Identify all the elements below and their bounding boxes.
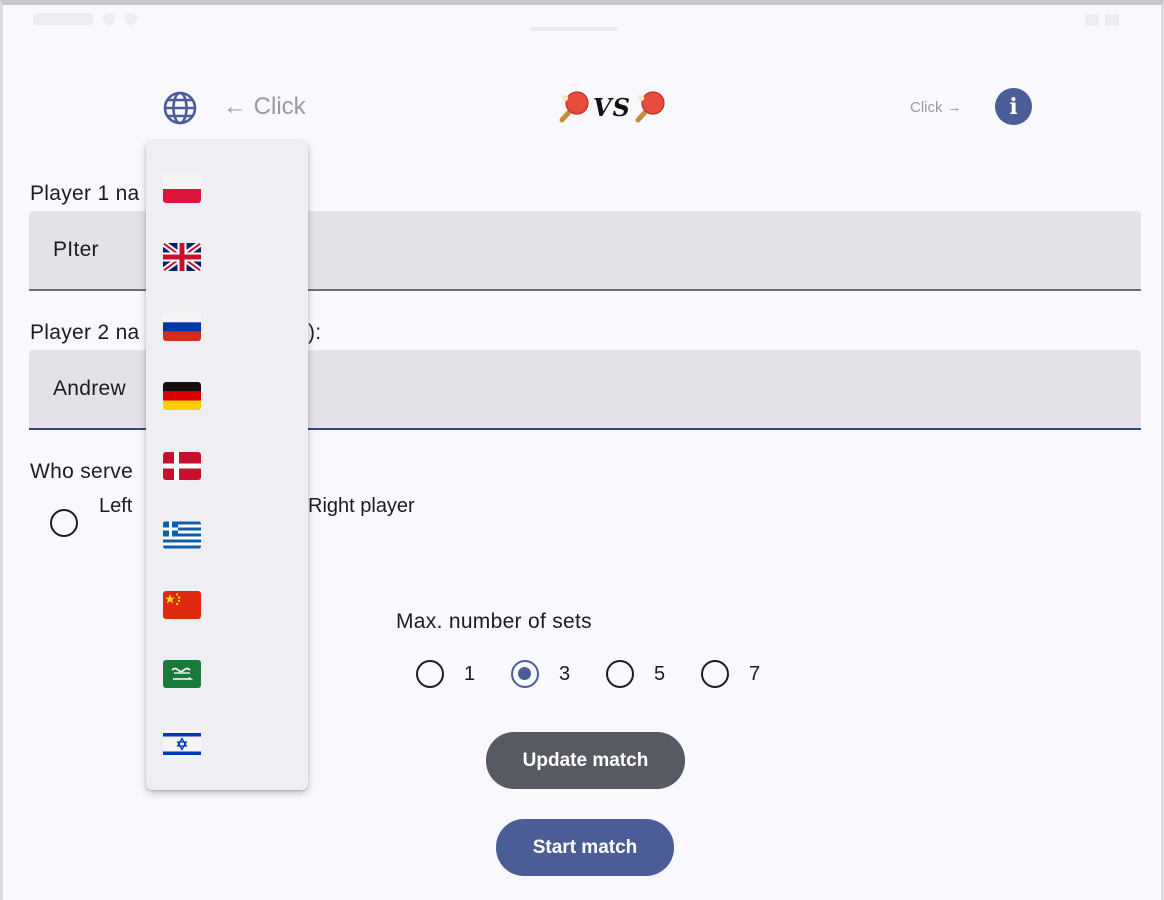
sets-radio-7[interactable] [701,660,729,688]
language-item-polish[interactable] [146,154,308,224]
player1-label: Player 1 na [30,182,140,205]
greece-flag-icon [163,521,201,549]
language-item-english[interactable] [146,222,308,292]
serve-right-label: Right player [308,495,415,517]
info-icon: i [1009,93,1018,120]
sets-label: Max. number of sets [396,610,592,633]
sets-option-label: 3 [559,663,571,685]
denmark-flag-icon [163,452,201,480]
russia-flag-icon [163,313,201,341]
status-bar [3,5,1161,41]
serve-left-radio[interactable] [50,509,78,537]
update-match-button[interactable]: Update match [486,732,685,789]
sets-radio-3[interactable] [511,660,539,688]
player2-label-suffix: ): [308,321,322,344]
language-item-arabic[interactable] [146,639,308,709]
battery-icon [1105,14,1119,26]
player2-label: Player 2 na [30,321,140,344]
language-item-danish[interactable] [146,431,308,501]
sets-option-label: 5 [654,663,666,685]
info-button[interactable]: i [995,88,1032,125]
status-time [33,13,93,25]
language-item-russian[interactable] [146,292,308,362]
wifi-icon [1085,14,1099,26]
sets-option-label: 1 [464,663,476,685]
language-item-german[interactable] [146,361,308,431]
language-menu [146,141,308,790]
language-item-greek[interactable] [146,500,308,570]
status-notification-icon [103,13,115,25]
title-vs-text: VS [593,92,631,122]
app-screen: ← Click VS Click → i Player 1 na Player … [0,0,1164,900]
sets-radio-5[interactable] [606,660,634,688]
poland-flag-icon [163,175,201,203]
ping-pong-paddle-icon [635,91,665,123]
drag-handle [530,27,618,31]
language-item-hebrew[interactable] [146,709,308,779]
israel-flag-icon [163,730,201,758]
ping-pong-paddle-icon [559,91,589,123]
sets-option-label: 7 [749,663,761,685]
start-match-button[interactable]: Start match [496,819,674,876]
app-title: VS [558,89,666,125]
sets-radio-1[interactable] [416,660,444,688]
language-globe-button[interactable] [158,86,202,130]
serve-label: Who serve [30,460,134,483]
status-notification-icon [125,13,137,25]
serve-left-label: Left [99,495,133,517]
united-kingdom-flag-icon [163,243,201,271]
globe-icon [163,91,197,125]
germany-flag-icon [163,382,201,410]
language-hint-text: ← Click [223,93,306,120]
language-item-chinese[interactable] [146,570,308,640]
china-flag-icon [163,591,201,619]
info-hint-text: Click → [910,99,962,116]
saudi-arabia-flag-icon [163,660,201,688]
